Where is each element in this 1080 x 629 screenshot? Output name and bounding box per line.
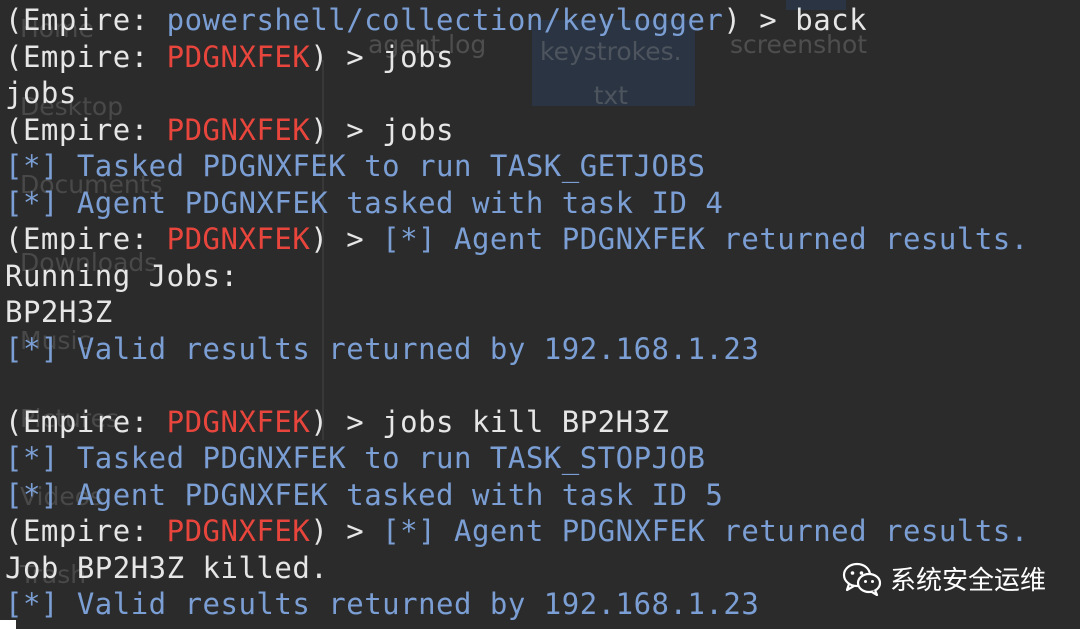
watermark: 系统安全运维	[842, 560, 1046, 597]
terminal-text-segment: PDGNXFEK	[166, 112, 311, 147]
terminal-cursor	[0, 620, 16, 629]
terminal-text-segment: (Empire:	[5, 3, 167, 37]
terminal-text-segment: PDGNXFEK	[166, 39, 311, 74]
terminal-text-segment: PDGNXFEK	[166, 222, 311, 256]
terminal-line: jobs	[5, 75, 1075, 112]
terminal-line: (Empire: powershell/collection/keylogger…	[5, 2, 1075, 39]
watermark-text: 系统安全运维	[889, 566, 1046, 596]
terminal-line: (Empire: PDGNXFEK) > jobs kill BP2H3Z	[5, 404, 1075, 441]
terminal-line: [*] Tasked PDGNXFEK to run TASK_STOPJOB	[5, 440, 1075, 477]
terminal-text-segment: Job BP2H3Z killed.	[5, 550, 329, 585]
terminal-text-segment: [*] Tasked PDGNXFEK to run TASK_STOPJOB	[5, 441, 706, 475]
terminal-text-segment: Running Jobs:	[5, 258, 239, 293]
terminal-text-segment: [*] Agent PDGNXFEK returned results.	[382, 222, 1029, 256]
terminal-text-segment: [*] Tasked PDGNXFEK to run TASK_GETJOBS	[5, 149, 706, 183]
terminal-line: [*] Agent PDGNXFEK tasked with task ID 4	[5, 185, 1075, 222]
terminal-text-segment: [*] Valid results returned by 192.168.1.…	[5, 587, 760, 621]
terminal-line: [*] Agent PDGNXFEK tasked with task ID 5	[5, 477, 1075, 514]
terminal-text-segment: ) >	[310, 514, 383, 548]
terminal-text-segment: (Empire:	[5, 112, 167, 147]
terminal-line: [*] Valid results returned by 192.168.1.…	[5, 331, 1075, 368]
terminal-text-segment: (Empire:	[5, 39, 167, 74]
terminal-line: BP2H3Z	[5, 294, 1075, 331]
terminal-line: [*] Tasked PDGNXFEK to run TASK_GETJOBS	[5, 148, 1075, 185]
terminal-text-segment: powershell/collection/keylogger	[166, 3, 724, 37]
terminal-text-segment: [*] Agent PDGNXFEK tasked with task ID 4	[5, 185, 724, 220]
terminal-text-segment: ) > jobs	[310, 112, 455, 147]
terminal-text-segment: [*] Valid results returned by 192.168.1.…	[5, 331, 760, 366]
terminal-text-segment: (Empire:	[5, 514, 167, 548]
terminal-line: (Empire: PDGNXFEK) > jobs	[5, 39, 1075, 76]
terminal-line: (Empire: PDGNXFEK) > jobs	[5, 112, 1075, 149]
terminal-text-segment: ) > back	[723, 3, 868, 37]
terminal-text-segment: (Empire:	[5, 222, 167, 256]
terminal-text-segment: ) > jobs	[310, 39, 455, 74]
terminal-text-segment: [*] Agent PDGNXFEK returned results.	[382, 514, 1029, 548]
wechat-icon	[842, 562, 882, 596]
terminal-output[interactable]: (Empire: powershell/collection/keylogger…	[5, 2, 1075, 623]
terminal-text-segment: BP2H3Z	[5, 295, 113, 329]
terminal-text-segment: [*] Agent PDGNXFEK tasked with task ID 5	[5, 477, 724, 512]
terminal-text-segment: jobs	[5, 76, 77, 110]
terminal-line: (Empire: PDGNXFEK) > [*] Agent PDGNXFEK …	[5, 513, 1075, 550]
terminal-text-segment: ) > jobs kill BP2H3Z	[310, 404, 670, 439]
terminal-text-segment: ) >	[310, 222, 383, 256]
terminal-text-segment: (Empire:	[5, 404, 167, 439]
terminal-line: (Empire: PDGNXFEK) > [*] Agent PDGNXFEK …	[5, 221, 1075, 258]
terminal-text-segment: PDGNXFEK	[166, 404, 311, 439]
terminal-line: Running Jobs:	[5, 258, 1075, 295]
terminal-text-segment: PDGNXFEK	[166, 514, 311, 548]
